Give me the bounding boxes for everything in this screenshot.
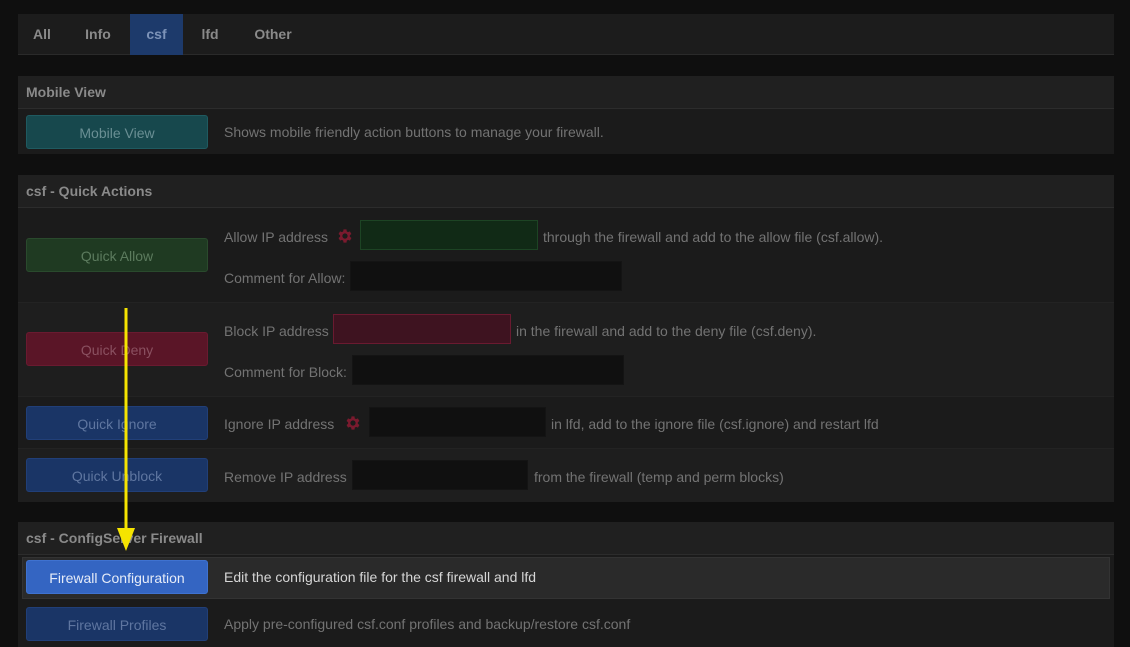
- panel-title: csf - Quick Actions: [18, 175, 1114, 208]
- tab-csf[interactable]: csf: [130, 14, 183, 55]
- firewall-configuration-button[interactable]: Firewall Configuration: [26, 560, 208, 594]
- mobile-view-panel: Mobile View Mobile View Shows mobile fri…: [18, 76, 1114, 154]
- tab-info[interactable]: Info: [66, 14, 130, 55]
- tab-other[interactable]: Other: [237, 14, 309, 55]
- deny-ip-label: Block IP address: [224, 323, 329, 339]
- gear-icon[interactable]: [336, 227, 354, 245]
- tab-lfd[interactable]: lfd: [183, 14, 237, 55]
- deny-comment-label: Comment for Block:: [224, 364, 347, 380]
- quick-deny-row: Quick Deny Block IP address in the firew…: [18, 302, 1114, 397]
- mobile-view-description: Shows mobile friendly action buttons to …: [224, 124, 604, 140]
- quick-unblock-row: Quick Unblock Remove IP address from the…: [18, 448, 1114, 502]
- quick-ignore-button[interactable]: Quick Ignore: [26, 406, 208, 440]
- panel-title: csf - ConfigServer Firewall: [18, 522, 1114, 555]
- quick-ignore-row: Quick Ignore Ignore IP address in lfd, a…: [18, 396, 1114, 449]
- quick-deny-button[interactable]: Quick Deny: [26, 332, 208, 366]
- allow-comment-input[interactable]: [350, 261, 622, 291]
- quick-unblock-button[interactable]: Quick Unblock: [26, 458, 208, 492]
- mobile-view-button[interactable]: Mobile View: [26, 115, 208, 149]
- ignore-ip-suffix: in lfd, add to the ignore file (csf.igno…: [551, 416, 879, 432]
- deny-ip-input[interactable]: [333, 314, 511, 344]
- ignore-ip-label: Ignore IP address: [224, 416, 335, 432]
- tab-bar: All Info csf lfd Other: [18, 14, 1114, 55]
- allow-ip-label: Allow IP address: [224, 229, 329, 245]
- deny-ip-suffix: in the firewall and add to the deny file…: [516, 323, 817, 339]
- firewall-profiles-description: Apply pre-configured csf.conf profiles a…: [224, 616, 631, 632]
- firewall-profiles-button[interactable]: Firewall Profiles: [26, 607, 208, 641]
- configserver-panel: csf - ConfigServer Firewall Firewall Con…: [18, 522, 1114, 647]
- deny-comment-input[interactable]: [352, 355, 624, 385]
- unblock-ip-input[interactable]: [352, 460, 528, 490]
- allow-comment-label: Comment for Allow:: [224, 270, 346, 286]
- tab-all[interactable]: All: [18, 14, 66, 55]
- allow-ip-input[interactable]: [360, 220, 538, 250]
- allow-ip-suffix: through the firewall and add to the allo…: [543, 229, 884, 245]
- unblock-ip-label: Remove IP address: [224, 469, 347, 485]
- gear-icon[interactable]: [344, 414, 362, 432]
- firewall-configuration-description: Edit the configuration file for the csf …: [224, 569, 537, 585]
- ignore-ip-input[interactable]: [369, 407, 546, 437]
- quick-allow-row: Quick Allow Allow IP address through the…: [18, 208, 1114, 302]
- quick-actions-panel: csf - Quick Actions Quick Allow Allow IP…: [18, 175, 1114, 502]
- unblock-ip-suffix: from the firewall (temp and perm blocks): [534, 469, 784, 485]
- quick-allow-button[interactable]: Quick Allow: [26, 238, 208, 272]
- panel-title: Mobile View: [18, 76, 1114, 109]
